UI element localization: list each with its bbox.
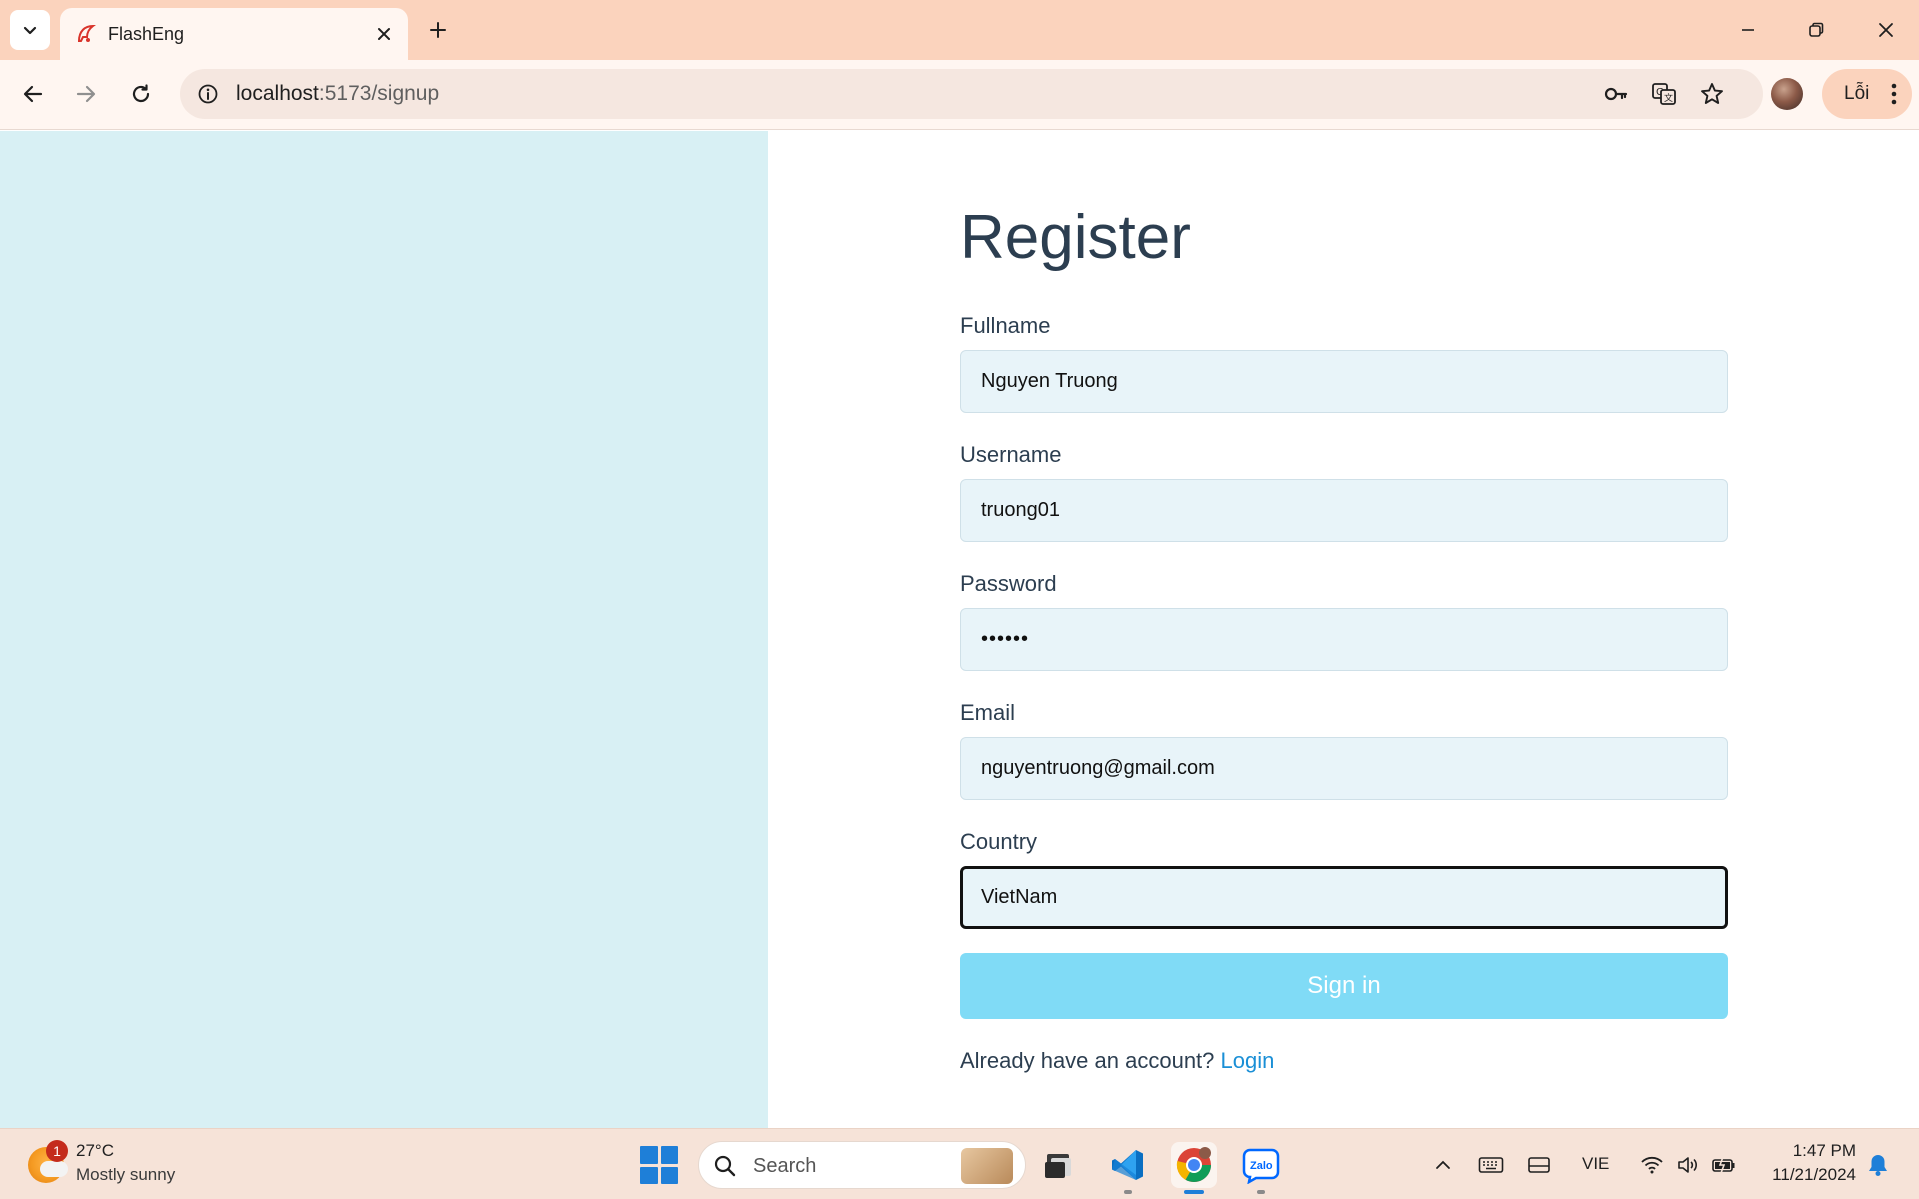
app-running-indicator — [1257, 1190, 1265, 1194]
file-explorer-icon[interactable] — [1036, 1142, 1082, 1188]
app-active-indicator — [1184, 1190, 1204, 1194]
fullname-label: Fullname — [960, 313, 1051, 338]
password-label: Password — [960, 571, 1057, 596]
tab-search-button[interactable] — [10, 10, 50, 50]
arrow-left-icon — [23, 85, 43, 103]
cloud-icon — [40, 1161, 68, 1177]
login-prompt: Already have an account? Login — [960, 1048, 1274, 1074]
close-icon — [378, 28, 390, 40]
zalo-icon[interactable]: Zalo — [1238, 1142, 1284, 1194]
restore-icon — [1809, 22, 1824, 37]
browser-tab[interactable]: FlashEng — [60, 8, 408, 60]
username-label: Username — [960, 442, 1062, 467]
battery-icon[interactable] — [1710, 1151, 1738, 1179]
login-link[interactable]: Login — [1221, 1048, 1275, 1073]
profile-error-chip[interactable]: Lỗi — [1822, 69, 1912, 119]
translate-icon[interactable]: G文 — [1648, 78, 1680, 110]
username-input[interactable] — [960, 479, 1728, 542]
country-input[interactable] — [960, 866, 1728, 929]
forward-button[interactable] — [66, 74, 106, 114]
app-running-indicator — [1124, 1190, 1132, 1194]
new-tab-button[interactable] — [418, 12, 458, 48]
windows-start-icon[interactable] — [640, 1146, 678, 1184]
keyboard-icon[interactable] — [1477, 1151, 1505, 1179]
clock-time[interactable]: 1:47 PM — [1760, 1141, 1856, 1161]
volume-icon[interactable] — [1674, 1151, 1702, 1179]
side-panel — [0, 131, 768, 1128]
kebab-menu-icon[interactable] — [1880, 78, 1908, 110]
address-bar[interactable]: localhost:5173/signup G文 — [180, 69, 1763, 119]
chrome-icon[interactable] — [1171, 1142, 1217, 1194]
search-icon — [714, 1155, 736, 1177]
flasheng-favicon-icon — [74, 22, 98, 46]
weather-temperature: 27°C — [76, 1141, 114, 1160]
site-info-icon[interactable] — [192, 78, 224, 110]
weather-description: Mostly sunny — [76, 1165, 176, 1184]
input-language[interactable]: VIE — [1582, 1154, 1609, 1174]
password-input[interactable] — [960, 608, 1728, 671]
tablet-mode-icon[interactable] — [1525, 1151, 1553, 1179]
back-button[interactable] — [13, 74, 53, 114]
tab-title: FlashEng — [108, 24, 185, 44]
page-title: Register — [960, 203, 1191, 272]
clock-date[interactable]: 11/21/2024 — [1740, 1165, 1856, 1185]
plus-icon — [430, 22, 446, 38]
page-viewport: Register Fullname Username Password Emai… — [0, 131, 1919, 1128]
svg-text:Zalo: Zalo — [1250, 1160, 1273, 1172]
sign-in-button[interactable]: Sign in — [960, 953, 1728, 1019]
windows-taskbar: 1 27°C Mostly sunny Search Zalo VIE 1:47… — [0, 1128, 1919, 1199]
weather-badge: 1 — [46, 1140, 68, 1162]
minimize-button[interactable] — [1718, 0, 1778, 60]
browser-tabstrip: FlashEng — [0, 0, 1919, 60]
taskbar-search-label: Search — [753, 1155, 817, 1177]
url-host: localhost — [236, 82, 319, 105]
notification-bell-icon[interactable] — [1864, 1151, 1892, 1179]
chevron-up-icon[interactable] — [1429, 1151, 1457, 1179]
vscode-icon[interactable] — [1105, 1142, 1151, 1194]
svg-text:文: 文 — [1664, 92, 1673, 104]
register-form: Register Fullname Username Password Emai… — [960, 131, 1728, 1128]
search-highlight-image — [961, 1148, 1013, 1184]
reload-icon — [132, 84, 150, 103]
profile-avatar[interactable] — [1771, 78, 1803, 110]
password-key-icon[interactable] — [1600, 78, 1632, 110]
chevron-down-icon — [23, 26, 37, 35]
taskbar-search[interactable]: Search — [698, 1141, 1026, 1189]
minimize-icon — [1742, 29, 1754, 31]
email-input[interactable] — [960, 737, 1728, 800]
wifi-icon[interactable] — [1638, 1151, 1666, 1179]
url-path: :5173/signup — [318, 82, 440, 105]
country-label: Country — [960, 829, 1038, 854]
close-icon — [1879, 23, 1893, 37]
arrow-right-icon — [76, 85, 96, 103]
account-prompt-text: Already have an account? — [960, 1048, 1215, 1073]
fullname-input[interactable] — [960, 350, 1728, 413]
email-label: Email — [960, 700, 1016, 725]
close-window-button[interactable] — [1856, 0, 1916, 60]
restore-button[interactable] — [1786, 0, 1846, 60]
profile-chip-label: Lỗi — [1844, 83, 1870, 104]
browser-toolbar: localhost:5173/signup G文 Lỗi — [0, 60, 1919, 130]
url-text[interactable]: localhost:5173/signup — [236, 82, 439, 106]
tab-close-button[interactable] — [370, 20, 398, 48]
bookmark-star-icon[interactable] — [1696, 78, 1728, 110]
reload-button[interactable] — [121, 74, 161, 114]
